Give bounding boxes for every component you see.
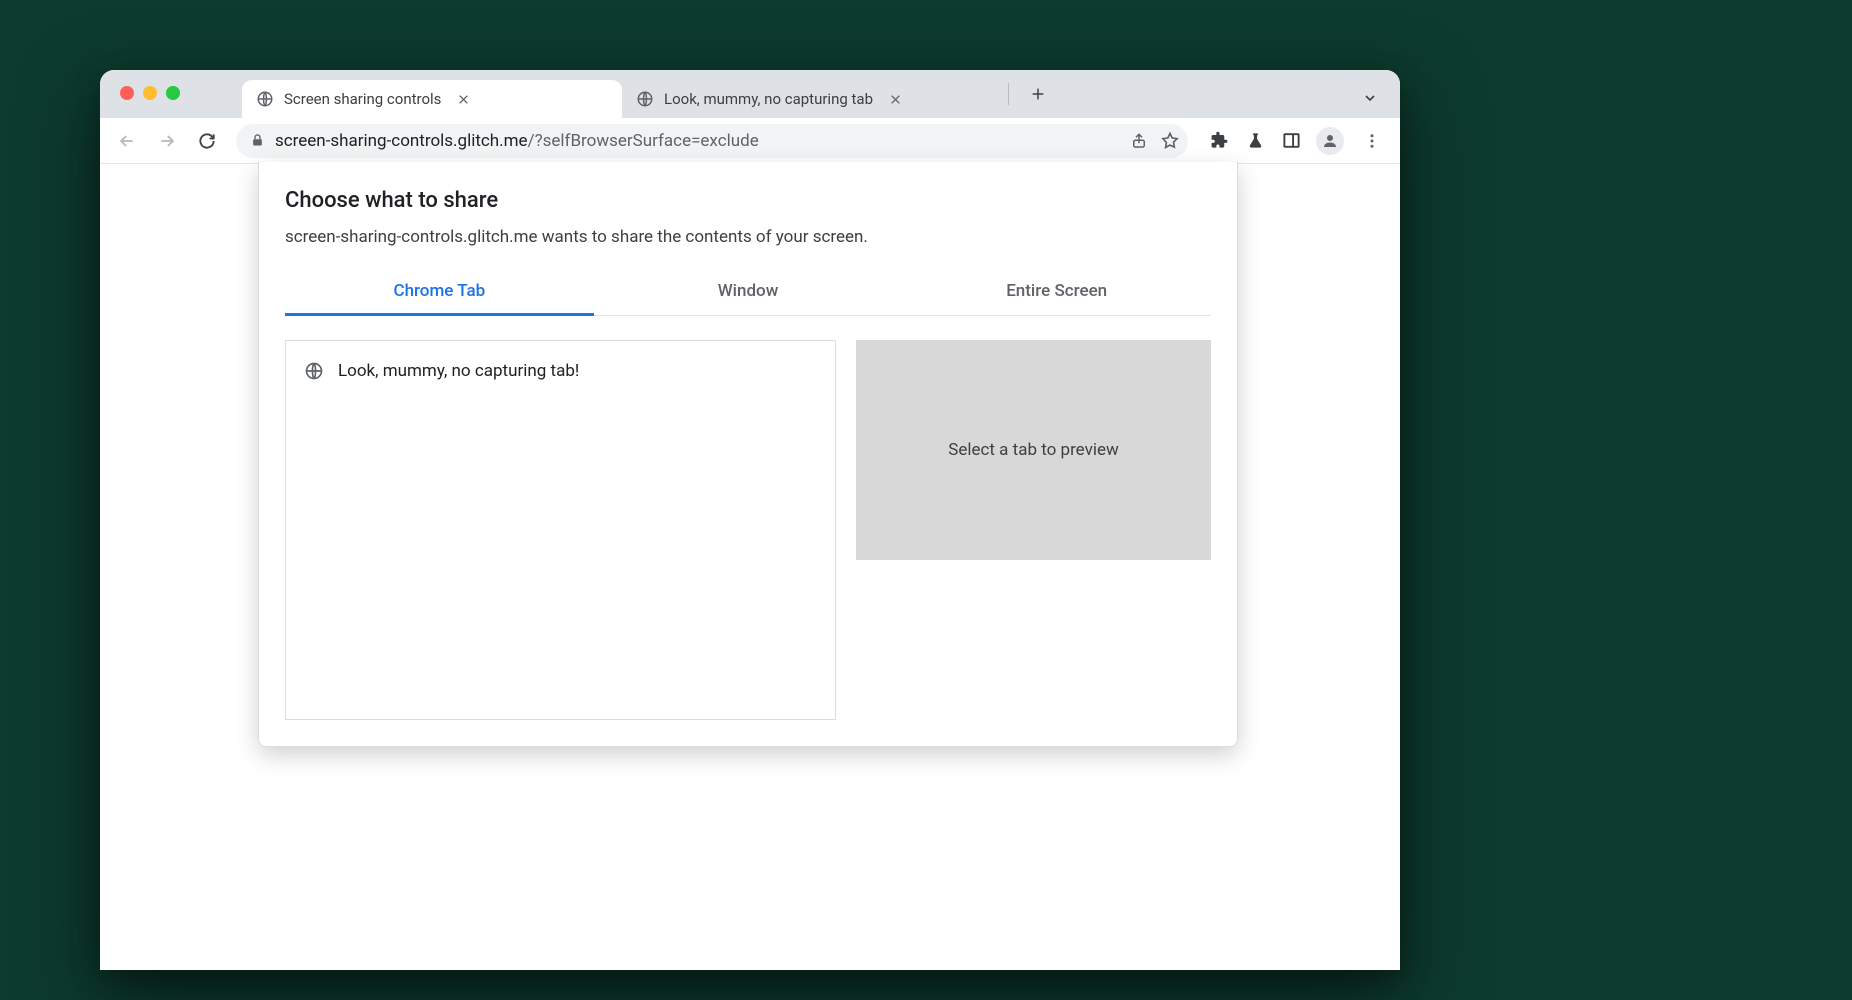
url-path: /?selfBrowserSurface=exclude (528, 131, 759, 151)
preview-placeholder-text: Select a tab to preview (948, 440, 1119, 460)
new-tab-button[interactable] (1023, 79, 1053, 109)
bookmark-star-icon[interactable] (1160, 131, 1180, 151)
tab-close-button[interactable] (887, 91, 903, 107)
tab-separator (1008, 83, 1009, 105)
labs-flask-icon[interactable] (1244, 130, 1266, 152)
preview-panel: Select a tab to preview (856, 340, 1211, 560)
minimize-window-button[interactable] (143, 86, 157, 100)
source-tab-chrome-tab[interactable]: Chrome Tab (285, 269, 594, 315)
tab-title: Look, mummy, no capturing tab (664, 90, 873, 108)
shareable-tab-list: Look, mummy, no capturing tab! (285, 340, 836, 720)
globe-icon (304, 361, 324, 381)
chrome-menu-button[interactable] (1358, 127, 1386, 155)
forward-button[interactable] (150, 124, 184, 158)
address-bar[interactable]: screen-sharing-controls.glitch.me/?selfB… (236, 124, 1188, 158)
tab-close-button[interactable] (455, 91, 471, 107)
url-host: screen-sharing-controls.glitch.me (275, 131, 528, 151)
screen-share-dialog: Choose what to share screen-sharing-cont… (258, 162, 1238, 747)
omnibox-actions (1130, 131, 1180, 151)
maximize-window-button[interactable] (166, 86, 180, 100)
dialog-title: Choose what to share (285, 188, 1211, 213)
shareable-tab-item[interactable]: Look, mummy, no capturing tab! (286, 353, 835, 389)
browser-window: Screen sharing controls Look, mummy, no … (100, 70, 1400, 970)
browser-tab[interactable]: Look, mummy, no capturing tab (622, 80, 1002, 118)
globe-icon (636, 90, 654, 108)
extensions-puzzle-icon[interactable] (1208, 130, 1230, 152)
dialog-subtitle: screen-sharing-controls.glitch.me wants … (285, 227, 1211, 247)
side-panel-icon[interactable] (1280, 130, 1302, 152)
share-icon[interactable] (1130, 132, 1148, 150)
url-text: screen-sharing-controls.glitch.me/?selfB… (275, 131, 1120, 151)
page-content: Choose what to share screen-sharing-cont… (100, 164, 1400, 970)
tabs-area: Screen sharing controls Look, mummy, no … (242, 70, 1053, 118)
source-tab-window[interactable]: Window (594, 269, 903, 315)
extension-icons (1200, 127, 1390, 155)
lock-icon (250, 133, 265, 148)
profile-avatar[interactable] (1316, 127, 1344, 155)
back-button[interactable] (110, 124, 144, 158)
reload-button[interactable] (190, 124, 224, 158)
browser-tab-active[interactable]: Screen sharing controls (242, 80, 622, 118)
dialog-body: Look, mummy, no capturing tab! Select a … (259, 316, 1237, 720)
globe-icon (256, 90, 274, 108)
shareable-tab-title: Look, mummy, no capturing tab! (338, 361, 579, 381)
tab-overflow-button[interactable] (1356, 84, 1384, 112)
tab-strip: Screen sharing controls Look, mummy, no … (100, 70, 1400, 118)
window-controls (120, 86, 180, 100)
source-tab-entire-screen[interactable]: Entire Screen (902, 269, 1211, 315)
dialog-source-tabs: Chrome Tab Window Entire Screen (285, 269, 1211, 316)
toolbar: screen-sharing-controls.glitch.me/?selfB… (100, 118, 1400, 164)
tab-title: Screen sharing controls (284, 90, 441, 108)
close-window-button[interactable] (120, 86, 134, 100)
